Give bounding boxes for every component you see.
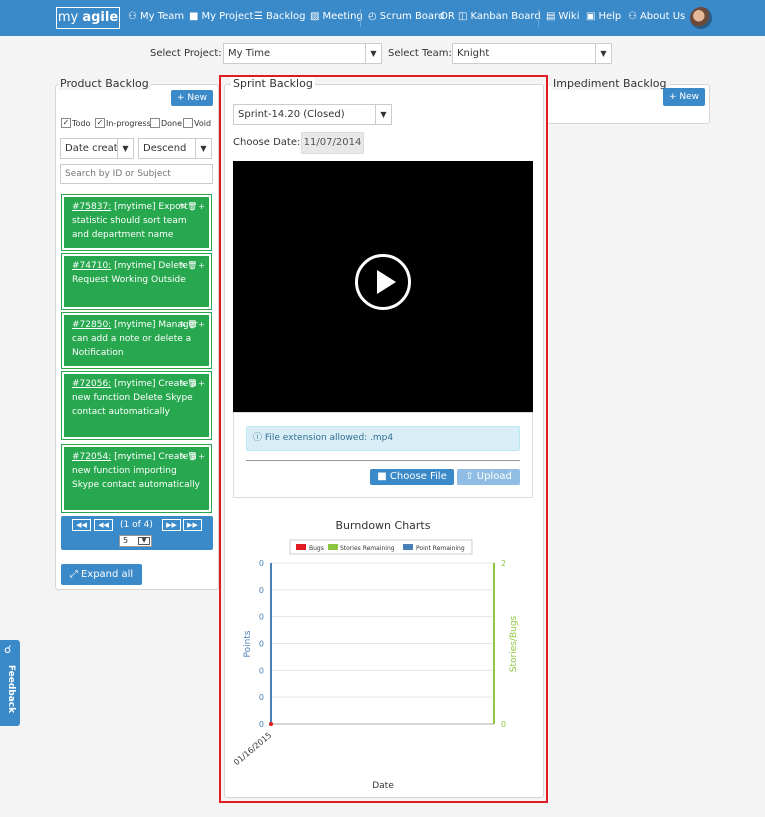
void-checkbox[interactable]: Void [183, 118, 211, 128]
edit-delete-add-icons[interactable]: ✎🗑+ [179, 259, 206, 273]
list-icon: ☰ [254, 11, 263, 22]
chevron-down-icon: ▼ [117, 139, 133, 158]
impediment-new-button[interactable]: + New [663, 88, 705, 106]
product-new-button[interactable]: + New [171, 90, 213, 106]
nav-my-team[interactable]: ⚇ My Team [128, 11, 184, 22]
inprogress-checkbox[interactable]: ✓ In-progress [95, 118, 151, 128]
chevron-down-icon: ▼ [595, 44, 611, 63]
project-label: Select Project: [150, 48, 222, 59]
project-select[interactable]: My Time ▼ [223, 43, 382, 64]
edit-delete-add-icons[interactable]: ✎🗑+ [179, 450, 206, 464]
chevron-down-icon: ▼ [138, 537, 150, 545]
backlog-card[interactable]: ✎🗑+ #72850: [mytime] Manager can add a no… [61, 312, 212, 369]
backlog-card[interactable]: ✎🗑+ #74710: [mytime] Delete Request Worki… [61, 253, 212, 310]
avatar[interactable] [690, 7, 712, 29]
card-id-link[interactable]: #72056: [72, 379, 111, 389]
checkbox-checked-icon: ✓ [61, 118, 71, 128]
pager: ◀◀ ◀◀ (1 of 4) ▶▶ ▶▶ 5 ▼ [61, 516, 213, 550]
sitemap-icon: ▧ [310, 11, 320, 22]
done-checkbox[interactable]: Done [150, 118, 182, 128]
clock-icon: ◴ [368, 11, 377, 22]
edit-delete-add-icons[interactable]: ✎🗑+ [179, 200, 206, 214]
team-label: Select Team: [388, 48, 452, 59]
product-backlog-title: Product Backlog [58, 77, 151, 90]
impediment-backlog-title: Impediment Backlog [551, 77, 669, 90]
team-icon: ⚇ [128, 11, 137, 22]
users-icon: ⚇ [628, 11, 637, 22]
todo-checkbox[interactable]: ✓ Todo [61, 118, 90, 128]
nav-kanban-board[interactable]: ◫ Kanban Board [458, 11, 541, 22]
plus-icon: + [176, 93, 188, 103]
nav-about-us[interactable]: ⚇ About Us [628, 11, 685, 22]
card-id-link[interactable]: #75837: [72, 202, 111, 212]
edit-delete-add-icons[interactable]: ✎🗑+ [179, 377, 206, 391]
nav-help[interactable]: ▣ Help [586, 11, 621, 22]
card-id-link[interactable]: #72850: [72, 320, 111, 330]
plus-icon: + [668, 92, 680, 102]
pager-text: (1 of 4) [120, 520, 153, 530]
nav-my-project[interactable]: ■ My Project [189, 11, 253, 22]
nav-meeting[interactable]: ▧ Meeting [310, 11, 363, 22]
expand-all-button[interactable]: ⤢ Expand all [61, 564, 142, 585]
backlog-card[interactable]: ✎🗑+ #72056: [mytime] Create a new functio… [61, 371, 212, 440]
nav-wiki[interactable]: ▤ Wiki [546, 11, 579, 22]
logo[interactable]: my agile [56, 7, 120, 29]
page-size-select[interactable]: 5 ▼ [119, 535, 152, 547]
nav-divider [360, 9, 361, 27]
chevron-down-icon: ▼ [365, 44, 381, 63]
sort-field-select[interactable]: Date creat ▼ [60, 138, 134, 159]
card-id-link[interactable]: #72054: [72, 452, 111, 462]
checkbox-empty-icon [183, 118, 193, 128]
backlog-search-input[interactable] [60, 164, 213, 184]
last-page-button[interactable]: ▶▶ [183, 519, 202, 531]
nav-scrum-board[interactable]: ◴ Scrum Board [368, 11, 444, 22]
columns-icon: ◫ [458, 11, 468, 22]
nav-backlog[interactable]: ☰ Backlog [254, 11, 306, 22]
checkbox-empty-icon [150, 118, 160, 128]
edit-delete-add-icons[interactable]: ✎🗑+ [179, 318, 206, 332]
chevron-down-icon: ▼ [195, 139, 211, 158]
card-id-link[interactable]: #74710: [72, 261, 111, 271]
backlog-card[interactable]: ✎🗑+ #75837: [mytime] Export statistic sho… [61, 194, 212, 251]
first-page-button[interactable]: ◀◀ [72, 519, 91, 531]
nav-divider [538, 9, 539, 27]
highlight-frame [219, 75, 548, 803]
next-page-button[interactable]: ▶▶ [162, 519, 181, 531]
prev-page-button[interactable]: ◀◀ [94, 519, 113, 531]
book-icon: ▤ [546, 11, 556, 22]
expand-icon: ⤢ [69, 569, 81, 580]
feedback-tab[interactable]: ☌ Feedback [0, 640, 20, 726]
team-select[interactable]: Knight ▼ [452, 43, 612, 64]
folder-icon: ■ [189, 11, 199, 22]
help-book-icon: ▣ [586, 11, 596, 22]
backlog-card[interactable]: ✎🗑+ #72054: [mytime] Create a new functio… [61, 444, 212, 513]
checkbox-checked-icon: ✓ [95, 118, 105, 128]
sort-order-select[interactable]: Descend ▼ [138, 138, 212, 159]
feedback-label: Feedback [6, 664, 16, 714]
nav-or-text: OR [440, 11, 455, 22]
top-nav: my agile ⚇ My Team ■ My Project ☰ Backlog ▧… [0, 0, 765, 36]
